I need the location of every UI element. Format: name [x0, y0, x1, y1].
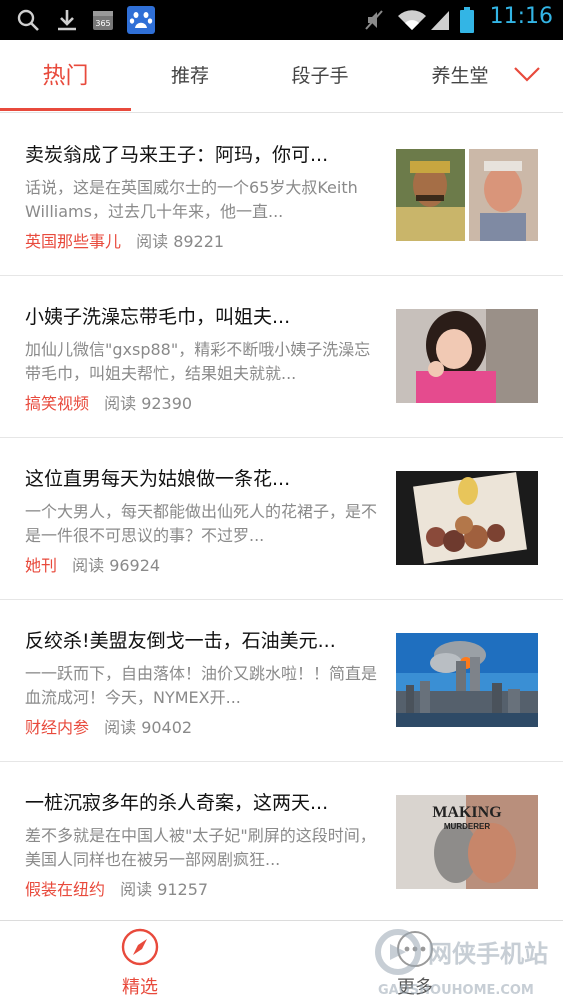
wifi-icon — [396, 6, 428, 34]
nav-featured-label: 精选 — [122, 977, 158, 998]
article-summary: 差不多就是在中国人被"太子妃"刷屏的这段时间，美国人同样也在被另一部网剧疯狂..… — [25, 826, 376, 869]
compass-icon — [120, 927, 160, 967]
nav-more[interactable]: 更多 — [365, 921, 465, 1003]
article-item[interactable]: 反绞杀!美盟友倒戈一击，石油美元... 一一跃而下，自由落体！油价又跳水啦！！简… — [0, 600, 563, 762]
article-read-count: 阅读 91257 — [120, 880, 209, 899]
article-summary: 话说，这是在英国威尔士的一个65岁大叔Keith Williams，过去几十年来… — [25, 178, 358, 221]
svg-text:MURDERER: MURDERER — [444, 822, 490, 831]
article-meta: 财经内参 阅读 90402 — [25, 714, 192, 738]
article-item[interactable]: 一桩沉寂多年的杀人奇案，这两天... 差不多就是在中国人被"太子妃"刷屏的这段时… — [0, 762, 563, 924]
article-title: 小姨子洗澡忘带毛巾，叫姐夫... — [25, 306, 291, 328]
tab-health[interactable]: 养生堂 — [410, 40, 510, 112]
city-skyline-smoke-thumbnail — [396, 633, 538, 727]
article-source[interactable]: 假装在纽约 — [25, 880, 105, 899]
svg-text:365: 365 — [95, 19, 110, 28]
article-title: 卖炭翁成了马来王子：阿玛，你可... — [25, 144, 329, 166]
status-time: 11:16 — [489, 4, 553, 29]
signal-icon — [428, 6, 452, 34]
more-icon — [395, 929, 435, 969]
nav-more-label: 更多 — [397, 977, 433, 998]
article-read-count: 阅读 96924 — [72, 556, 161, 575]
svg-text:MAKING: MAKING — [432, 804, 502, 821]
article-summary: 加仙儿微信"gxsp88"，精彩不断哦小姨子洗澡忘带毛巾，叫姐夫帮忙，结果姐夫就… — [25, 340, 371, 383]
article-item[interactable]: 小姨子洗澡忘带毛巾，叫姐夫... 加仙儿微信"gxsp88"，精彩不断哦小姨子洗… — [0, 276, 563, 438]
status-bar: 365 11:16 — [0, 0, 563, 40]
active-tab-indicator — [0, 108, 131, 111]
article-source[interactable]: 英国那些事儿 — [25, 232, 121, 251]
article-summary: 一一跃而下，自由落体！油价又跳水啦！！简直是血流成河！今天，NYMEX开... — [25, 664, 378, 707]
article-item[interactable]: 这位直男每天为姑娘做一条花... 一个大男人，每天都能做出仙死人的花裙子，是不是… — [0, 438, 563, 600]
flower-dress-thumbnail — [396, 471, 538, 565]
article-source[interactable]: 财经内参 — [25, 718, 89, 737]
two-men-portrait-thumbnail — [396, 147, 538, 241]
tab-recommend[interactable]: 推荐 — [140, 40, 240, 112]
article-meta: 英国那些事儿 阅读 89221 — [25, 228, 224, 252]
article-meta: 搞笑视频 阅读 92390 — [25, 390, 192, 414]
calendar-365-icon: 365 — [90, 6, 116, 34]
tab-jokers[interactable]: 段子手 — [270, 40, 370, 112]
article-source[interactable]: 搞笑视频 — [25, 394, 89, 413]
article-source[interactable]: 她刊 — [25, 556, 57, 575]
article-meta: 她刊 阅读 96924 — [25, 552, 160, 576]
article-read-count: 阅读 89221 — [136, 232, 225, 251]
article-title: 一桩沉寂多年的杀人奇案，这两天... — [25, 792, 329, 814]
chevron-down-icon[interactable] — [513, 64, 541, 84]
tab-hot[interactable]: 热门 — [0, 40, 131, 112]
article-summary: 一个大男人，每天都能做出仙死人的花裙子，是不是一件很不可思议的事？不过罗... — [25, 502, 378, 545]
article-title: 反绞杀!美盟友倒戈一击，石油美元... — [25, 630, 336, 652]
download-icon — [54, 6, 80, 34]
article-feed: 卖炭翁成了马来王子：阿玛，你可... 话说，这是在英国威尔士的一个65岁大叔Ke… — [0, 114, 563, 924]
nav-featured[interactable]: 精选 — [90, 921, 190, 1003]
article-item[interactable]: 卖炭翁成了马来王子：阿玛，你可... 话说，这是在英国威尔士的一个65岁大叔Ke… — [0, 114, 563, 276]
mute-icon — [362, 6, 386, 34]
article-title: 这位直男每天为姑娘做一条花... — [25, 468, 291, 490]
making-a-murderer-thumbnail: MAKING MURDERER — [396, 795, 538, 889]
category-tabs: 热门 推荐 段子手 养生堂 — [0, 40, 563, 113]
baidu-paw-icon — [126, 6, 156, 34]
battery-icon — [458, 6, 476, 34]
search-icon — [14, 6, 42, 34]
girl-in-pink-thumbnail — [396, 309, 538, 403]
bottom-navigation: 精选 更多 — [0, 920, 563, 1003]
article-read-count: 阅读 92390 — [104, 394, 193, 413]
article-read-count: 阅读 90402 — [104, 718, 193, 737]
article-meta: 假装在纽约 阅读 91257 — [25, 876, 208, 900]
